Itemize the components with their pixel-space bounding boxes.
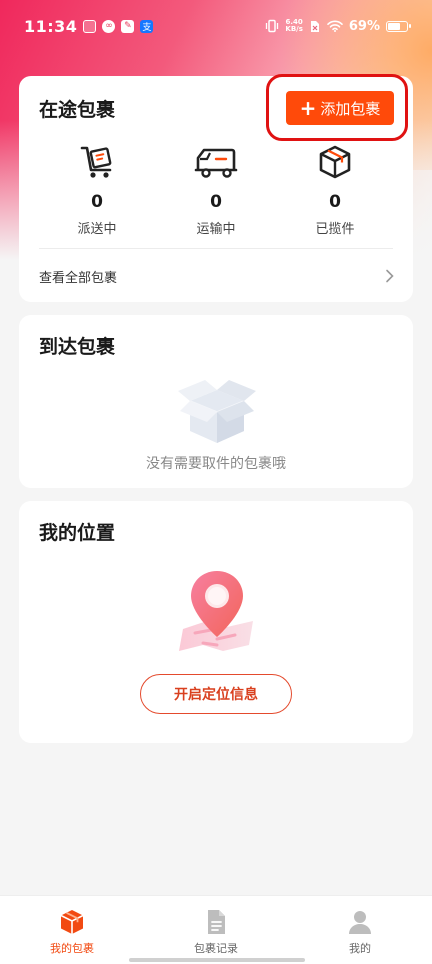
location-pin-icon — [179, 571, 253, 651]
in-transit-card: 在途包裹 + 添加包裹 0 派送中 0 运输中 0 已揽件 查看全部包裹 — [19, 76, 413, 302]
network-speed: 6.40 KB/s — [285, 19, 302, 33]
empty-box-icon — [178, 380, 256, 443]
stat-collected-count: 0 — [329, 192, 341, 212]
status-bar: 11:34 ∞ ✎ 支 6.40 KB/s 69% — [0, 0, 432, 52]
stat-delivering-label: 派送中 — [77, 222, 117, 237]
nav-package-records[interactable]: 包裹记录 — [161, 908, 271, 956]
nav-my-packages[interactable]: 我的包裹 — [17, 908, 127, 956]
home-indicator[interactable] — [129, 958, 305, 962]
network-speed-unit: KB/s — [285, 25, 303, 33]
truck-icon — [194, 148, 238, 178]
vibrate-icon — [266, 19, 279, 33]
nav-me-label: 我的 — [349, 942, 371, 955]
stat-delivering[interactable]: 0 派送中 — [47, 142, 147, 237]
divider — [39, 248, 393, 249]
plus-icon: + — [299, 96, 317, 120]
add-package-button[interactable]: + 添加包裹 — [286, 91, 394, 125]
package-icon — [60, 910, 84, 934]
empty-state-text: 没有需要取件的包裹哦 — [146, 456, 286, 472]
stat-delivering-count: 0 — [91, 192, 103, 212]
location-title: 我的位置 — [39, 522, 116, 544]
save-notification-icon — [83, 19, 97, 33]
chevron-right-icon — [386, 269, 394, 283]
package-status-stats: 0 派送中 0 运输中 0 已揽件 — [19, 142, 413, 242]
package-box-icon — [319, 145, 351, 179]
enable-location-button[interactable]: 开启定位信息 — [140, 674, 292, 714]
courier-cart-icon — [80, 146, 112, 178]
link-notification-icon: ∞ — [102, 19, 116, 33]
battery-percent: 69% — [348, 18, 380, 34]
user-icon — [349, 911, 371, 934]
no-sim-icon — [310, 20, 319, 32]
stat-in-transport-label: 运输中 — [196, 222, 236, 237]
document-icon — [208, 910, 225, 934]
stat-in-transport[interactable]: 0 运输中 — [166, 142, 266, 237]
stat-in-transport-count: 0 — [210, 192, 222, 212]
nav-package-records-label: 包裹记录 — [194, 942, 238, 955]
battery-icon — [386, 20, 411, 32]
nav-me[interactable]: 我的 — [305, 908, 415, 956]
location-card: 我的位置 开启定位信息 — [19, 501, 413, 743]
arrived-title: 到达包裹 — [39, 336, 116, 358]
stat-collected[interactable]: 0 已揽件 — [285, 142, 385, 237]
alipay-notification-icon: 支 — [140, 19, 154, 33]
status-time: 11:34 — [24, 16, 78, 36]
nav-my-packages-label: 我的包裹 — [50, 942, 94, 955]
arrived-card: 到达包裹 没有需要取件的包裹哦 — [19, 315, 413, 488]
view-all-packages-link[interactable]: 查看全部包裹 — [39, 260, 395, 292]
wifi-icon — [327, 20, 343, 32]
bottom-nav: 我的包裹 包裹记录 我的 — [0, 895, 432, 964]
stat-collected-label: 已揽件 — [315, 222, 355, 237]
add-package-label: 添加包裹 — [320, 99, 381, 118]
in-transit-title: 在途包裹 — [39, 99, 116, 121]
app-notification-icon: ✎ — [121, 19, 135, 33]
view-all-packages-label: 查看全部包裹 — [39, 270, 118, 286]
